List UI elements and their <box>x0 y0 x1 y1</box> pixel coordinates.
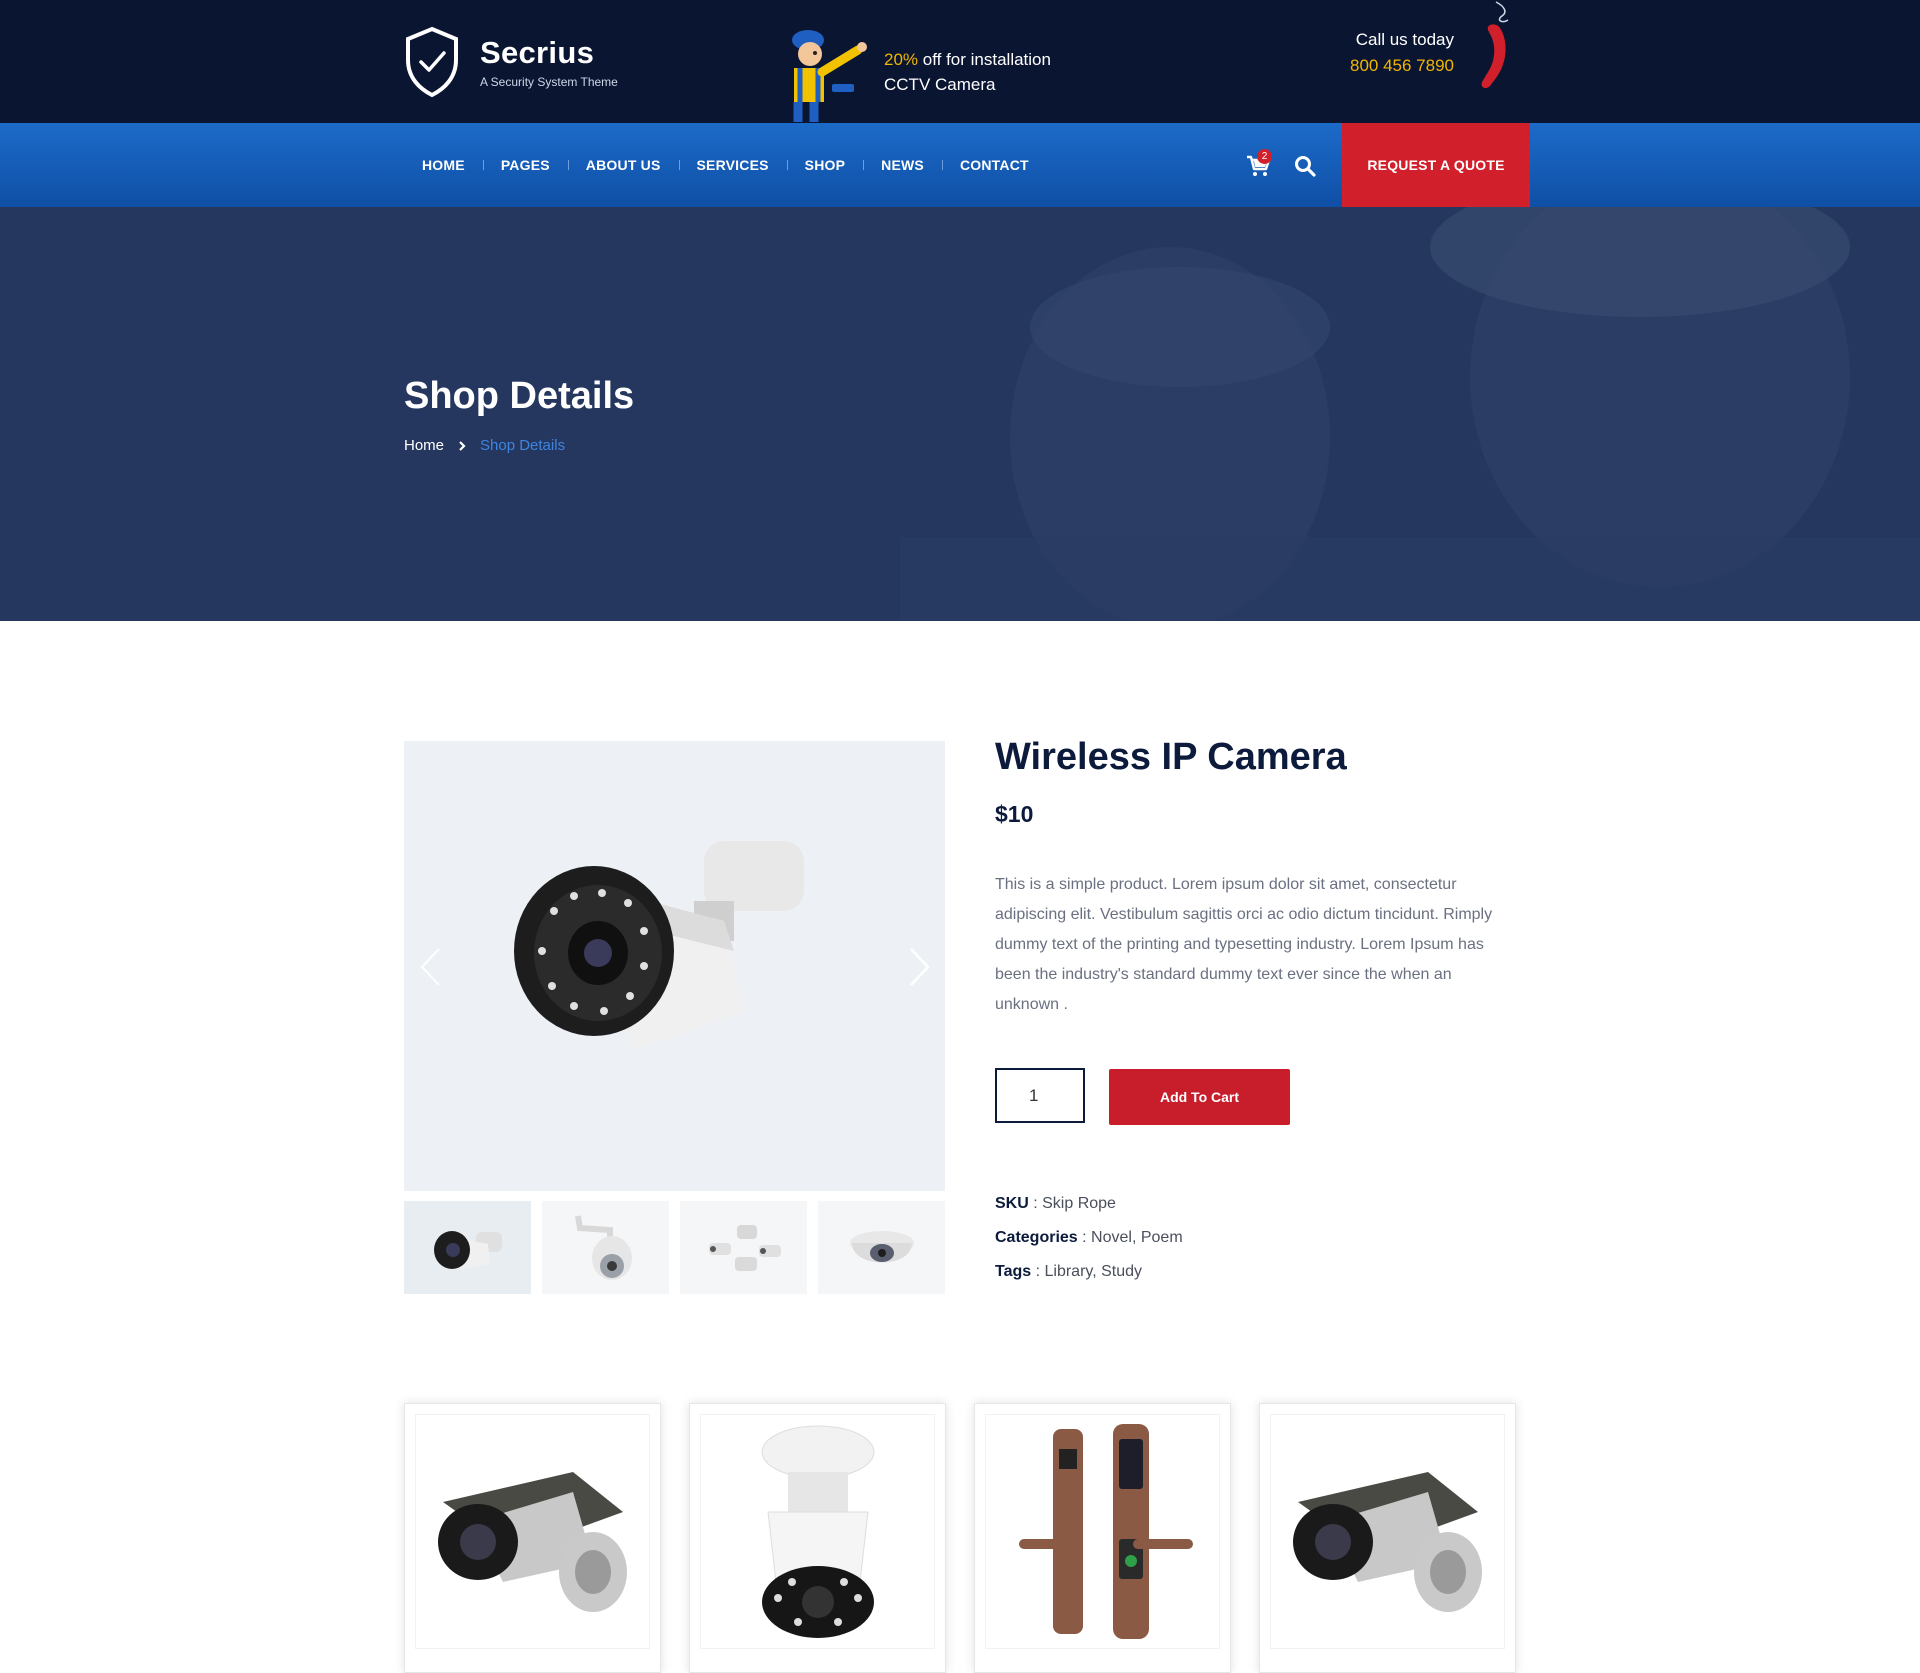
nav-item-services[interactable]: SERVICES <box>678 157 787 173</box>
nav-item-about-us[interactable]: ABOUT US <box>567 157 679 173</box>
related-product-card[interactable] <box>689 1403 946 1673</box>
thumbnail-3[interactable] <box>680 1201 807 1294</box>
phone-number[interactable]: 800 456 7890 <box>1320 56 1454 76</box>
thumbnail-4[interactable] <box>818 1201 945 1294</box>
categories-label: Categories <box>995 1229 1078 1246</box>
tags-value[interactable]: Library, Study <box>1045 1263 1143 1280</box>
chevron-right-icon[interactable] <box>907 945 933 989</box>
main-nav: HOME PAGES ABOUT US SERVICES SHOP NEWS C… <box>0 123 1920 207</box>
quantity-input[interactable]: 1 <box>995 1068 1085 1123</box>
top-header: Secrius A Security System Theme 20% off … <box>0 0 1920 123</box>
product-price: $10 <box>995 801 1034 827</box>
sku-row: SKU : Skip Rope <box>995 1195 1116 1212</box>
nav-item-pages[interactable]: PAGES <box>482 157 568 173</box>
related-product-image <box>985 1414 1220 1649</box>
product-main-image <box>404 741 945 1191</box>
sku-label: SKU <box>995 1195 1029 1212</box>
tags-row: Tags : Library, Study <box>995 1263 1143 1280</box>
nav-item-shop[interactable]: SHOP <box>786 157 863 173</box>
product-title: Wireless IP Camera <box>995 736 1347 778</box>
page-title: Shop Details <box>404 375 635 417</box>
call-label: Call us today <box>1355 30 1454 49</box>
breadcrumb-current: Shop Details <box>480 437 566 454</box>
promo-highlight: 20% <box>884 50 919 69</box>
dome-camera-arm-thumbnail <box>574 1215 632 1280</box>
promo-line1: off for installation <box>918 50 1051 69</box>
call-us: Call us today 800 456 7890 <box>1320 30 1454 76</box>
promo-line2: CCTV Camera <box>884 75 996 94</box>
product-description: This is a simple product. Lorem ipsum do… <box>995 876 1493 1013</box>
nav-item-contact[interactable]: CONTACT <box>941 157 1047 173</box>
add-to-cart-button[interactable]: Add To Cart <box>1109 1069 1290 1125</box>
categories-value[interactable]: Novel, Poem <box>1091 1229 1183 1246</box>
page-banner: Shop Details Home Shop Details <box>0 207 1920 621</box>
dome-ir-camera-image <box>761 1425 874 1638</box>
logo[interactable]: Secrius A Security System Theme <box>404 26 618 98</box>
product-thumbnails <box>404 1201 945 1294</box>
breadcrumb-home-link[interactable]: Home <box>404 437 444 454</box>
thumbnail-1[interactable] <box>404 1201 531 1294</box>
related-product-card[interactable] <box>404 1403 661 1673</box>
related-product-image <box>1270 1414 1505 1649</box>
bullet-camera-image <box>437 1471 627 1612</box>
smart-door-lock-image <box>1018 1424 1193 1639</box>
related-product-image <box>415 1414 650 1649</box>
sku-value: Skip Rope <box>1042 1195 1116 1212</box>
banner-background-image <box>0 207 1920 621</box>
product-meta: SKU : Skip Rope Categories : Novel, Poem… <box>995 1187 1183 1289</box>
request-quote-button[interactable]: REQUEST A QUOTE <box>1342 123 1530 207</box>
related-product-card[interactable] <box>1259 1403 1516 1673</box>
thumbnail-2[interactable] <box>542 1201 669 1294</box>
chevron-left-icon[interactable] <box>417 945 443 989</box>
nav-item-news[interactable]: NEWS <box>863 157 942 173</box>
brand-name: Secrius <box>480 35 595 70</box>
dome-camera-thumbnail <box>849 1230 914 1262</box>
cart-count-badge: 2 <box>1257 149 1272 164</box>
nav-menu: HOME PAGES ABOUT US SERVICES SHOP NEWS C… <box>404 123 1047 207</box>
bullet-camera-thumbnail <box>433 1230 502 1270</box>
brand-tagline: A Security System Theme <box>480 75 618 89</box>
nav-item-home[interactable]: HOME <box>404 157 483 173</box>
camera-set-thumbnail <box>708 1224 781 1271</box>
promo-banner: 20% off for installation CCTV Camera <box>780 22 1051 122</box>
search-icon[interactable] <box>1294 155 1316 177</box>
bullet-camera-image <box>1292 1471 1482 1612</box>
related-product-image <box>700 1414 935 1649</box>
installer-figure-icon <box>792 30 867 122</box>
bullet-camera-image <box>514 841 804 1051</box>
categories-row: Categories : Novel, Poem <box>995 1229 1183 1246</box>
telephone-handset-icon <box>1481 1 1509 89</box>
breadcrumb: Home Shop Details <box>404 437 565 454</box>
shield-check-icon <box>406 26 458 98</box>
chevron-right-icon <box>459 440 466 451</box>
related-products <box>404 1403 1516 1673</box>
related-product-card[interactable] <box>974 1403 1231 1673</box>
tags-label: Tags <box>995 1263 1032 1280</box>
